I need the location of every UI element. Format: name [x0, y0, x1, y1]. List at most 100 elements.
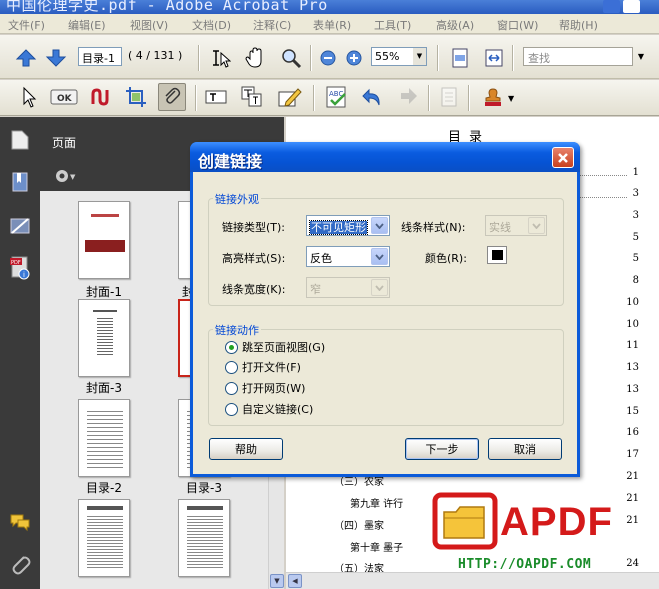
- radio-open-file[interactable]: 打开文件(F): [225, 359, 301, 375]
- zoom-level-select[interactable]: 55% ▼: [371, 47, 427, 66]
- pdf-info-icon: PDFi: [10, 256, 30, 280]
- radio-label: 跳至页面视图(G): [242, 341, 326, 354]
- fit-page-icon: [452, 48, 468, 68]
- next-page-button[interactable]: [44, 48, 68, 68]
- chevron-down-icon[interactable]: ▼: [638, 52, 644, 61]
- toc-page-number: 10: [626, 297, 639, 308]
- menu-document[interactable]: 文档(D): [192, 17, 231, 33]
- toolbar-separator: [437, 45, 439, 71]
- next-button[interactable]: 下一步: [405, 438, 479, 460]
- window-minimize-button[interactable]: [603, 0, 620, 13]
- hand-tool[interactable]: [242, 45, 268, 71]
- toolbar-separator: [468, 85, 470, 111]
- thumbnail-label: 目录-2: [86, 481, 122, 495]
- pencil-form-icon: [278, 88, 302, 107]
- crop-tool[interactable]: [124, 85, 148, 109]
- comments-panel-button[interactable]: [8, 510, 32, 534]
- options-menu-button[interactable]: ▼: [54, 167, 80, 185]
- signatures-panel-button[interactable]: [8, 214, 32, 238]
- ok-button-icon: OK: [50, 89, 78, 105]
- radio-button-selected[interactable]: [225, 340, 238, 354]
- radio-go-to-page-view[interactable]: 跳至页面视图(G): [225, 339, 325, 355]
- edit-form-tool[interactable]: [277, 85, 303, 109]
- page-thumbnail[interactable]: [78, 499, 130, 577]
- cancel-button[interactable]: 取消: [488, 438, 562, 460]
- menu-forms[interactable]: 表单(R): [313, 17, 351, 33]
- undo-icon: [362, 88, 380, 106]
- dialog-title-bar[interactable]: 创建链接: [190, 142, 580, 172]
- radio-custom-link[interactable]: 自定义链接(C): [225, 401, 313, 417]
- fit-width-button[interactable]: [482, 46, 506, 70]
- attachments-panel-button[interactable]: [8, 553, 32, 577]
- page-thumbnail[interactable]: [178, 499, 230, 577]
- scroll-left-button[interactable]: ◀: [288, 574, 302, 588]
- highlight-style-select[interactable]: 反色: [306, 246, 390, 267]
- page-thumbnail[interactable]: [78, 299, 130, 377]
- undo-button[interactable]: [360, 85, 384, 109]
- document-icon: [441, 87, 457, 107]
- menu-comments[interactable]: 注释(C): [253, 17, 291, 33]
- hand-icon: [245, 47, 262, 68]
- radio-button[interactable]: [225, 402, 238, 416]
- pages-panel-button[interactable]: [8, 128, 32, 152]
- link-type-label: 链接类型(T):: [222, 221, 286, 234]
- menu-help[interactable]: 帮助(H): [559, 17, 598, 33]
- page-thumbnail[interactable]: [78, 399, 130, 477]
- menu-edit[interactable]: 编辑(E): [68, 17, 106, 33]
- fit-page-button[interactable]: [448, 46, 472, 70]
- thumbnail-label: 封面-1: [86, 285, 122, 299]
- radio-button[interactable]: [225, 381, 238, 395]
- page-thumbnail[interactable]: [78, 201, 130, 279]
- zoom-out-button[interactable]: [320, 50, 336, 66]
- color-picker[interactable]: [487, 246, 507, 264]
- text-field-tool[interactable]: [205, 86, 227, 108]
- text-cursor-icon: [213, 50, 231, 68]
- select-text-tool[interactable]: [208, 46, 232, 70]
- select-object-tool[interactable]: [18, 85, 40, 109]
- button-tool[interactable]: OK: [50, 88, 78, 106]
- spell-check-tool[interactable]: ABC: [324, 84, 350, 110]
- menu-advanced[interactable]: 高级(A): [436, 17, 474, 33]
- page-number-field[interactable]: 目录-1: [78, 47, 122, 66]
- toc-entry[interactable]: （四）墨家: [334, 517, 384, 532]
- pages-icon: [11, 130, 29, 150]
- previous-page-button[interactable]: [14, 48, 38, 68]
- minus-circle-icon: [320, 50, 336, 66]
- link-action-title: 链接动作: [213, 322, 261, 338]
- menu-view[interactable]: 视图(V): [130, 17, 168, 33]
- menu-window[interactable]: 窗口(W): [497, 17, 538, 33]
- menu-tools[interactable]: 工具(T): [374, 17, 411, 33]
- toc-entry[interactable]: 第十章 墨子: [350, 539, 403, 554]
- bookmarks-panel-button[interactable]: [8, 170, 32, 194]
- window-close-button[interactable]: [623, 0, 640, 13]
- zoom-tool[interactable]: [278, 45, 304, 71]
- radio-label: 打开文件(F): [242, 361, 301, 374]
- stamp-tool[interactable]: ▼: [483, 85, 521, 109]
- scroll-down-button[interactable]: ▼: [270, 574, 284, 588]
- toc-entry[interactable]: 第九章 许行: [350, 495, 403, 510]
- redo-icon: [401, 88, 417, 104]
- toc-page-number: 13: [626, 384, 639, 395]
- redo-button[interactable]: [396, 85, 420, 109]
- link-tool[interactable]: [88, 85, 112, 109]
- search-input[interactable]: 查找 ▼: [523, 47, 644, 66]
- line-width-select[interactable]: 窄: [306, 277, 390, 298]
- attach-file-tool[interactable]: [158, 83, 186, 111]
- help-button[interactable]: 帮助: [209, 438, 283, 460]
- line-style-select[interactable]: 实线: [485, 215, 547, 236]
- document-horizontal-scrollbar[interactable]: ◀: [286, 572, 659, 589]
- document-properties-button[interactable]: [438, 85, 460, 109]
- highlight-style-label: 高亮样式(S):: [222, 252, 286, 265]
- zoom-in-button[interactable]: [346, 50, 362, 66]
- dialog-close-button[interactable]: [552, 147, 574, 168]
- radio-button[interactable]: [225, 360, 238, 374]
- link-type-select[interactable]: 不可见矩形: [306, 215, 390, 236]
- toc-entry[interactable]: （五）法家: [334, 560, 384, 572]
- typewriter-tool[interactable]: [240, 85, 264, 109]
- radio-open-web-page[interactable]: 打开网页(W): [225, 380, 305, 396]
- magnifier-icon: [282, 49, 302, 69]
- comment-bubbles-icon: [10, 514, 30, 532]
- toolbar-separator: [310, 45, 312, 71]
- pdf-info-panel-button[interactable]: PDF i: [8, 256, 32, 280]
- menu-file[interactable]: 文件(F): [8, 17, 45, 33]
